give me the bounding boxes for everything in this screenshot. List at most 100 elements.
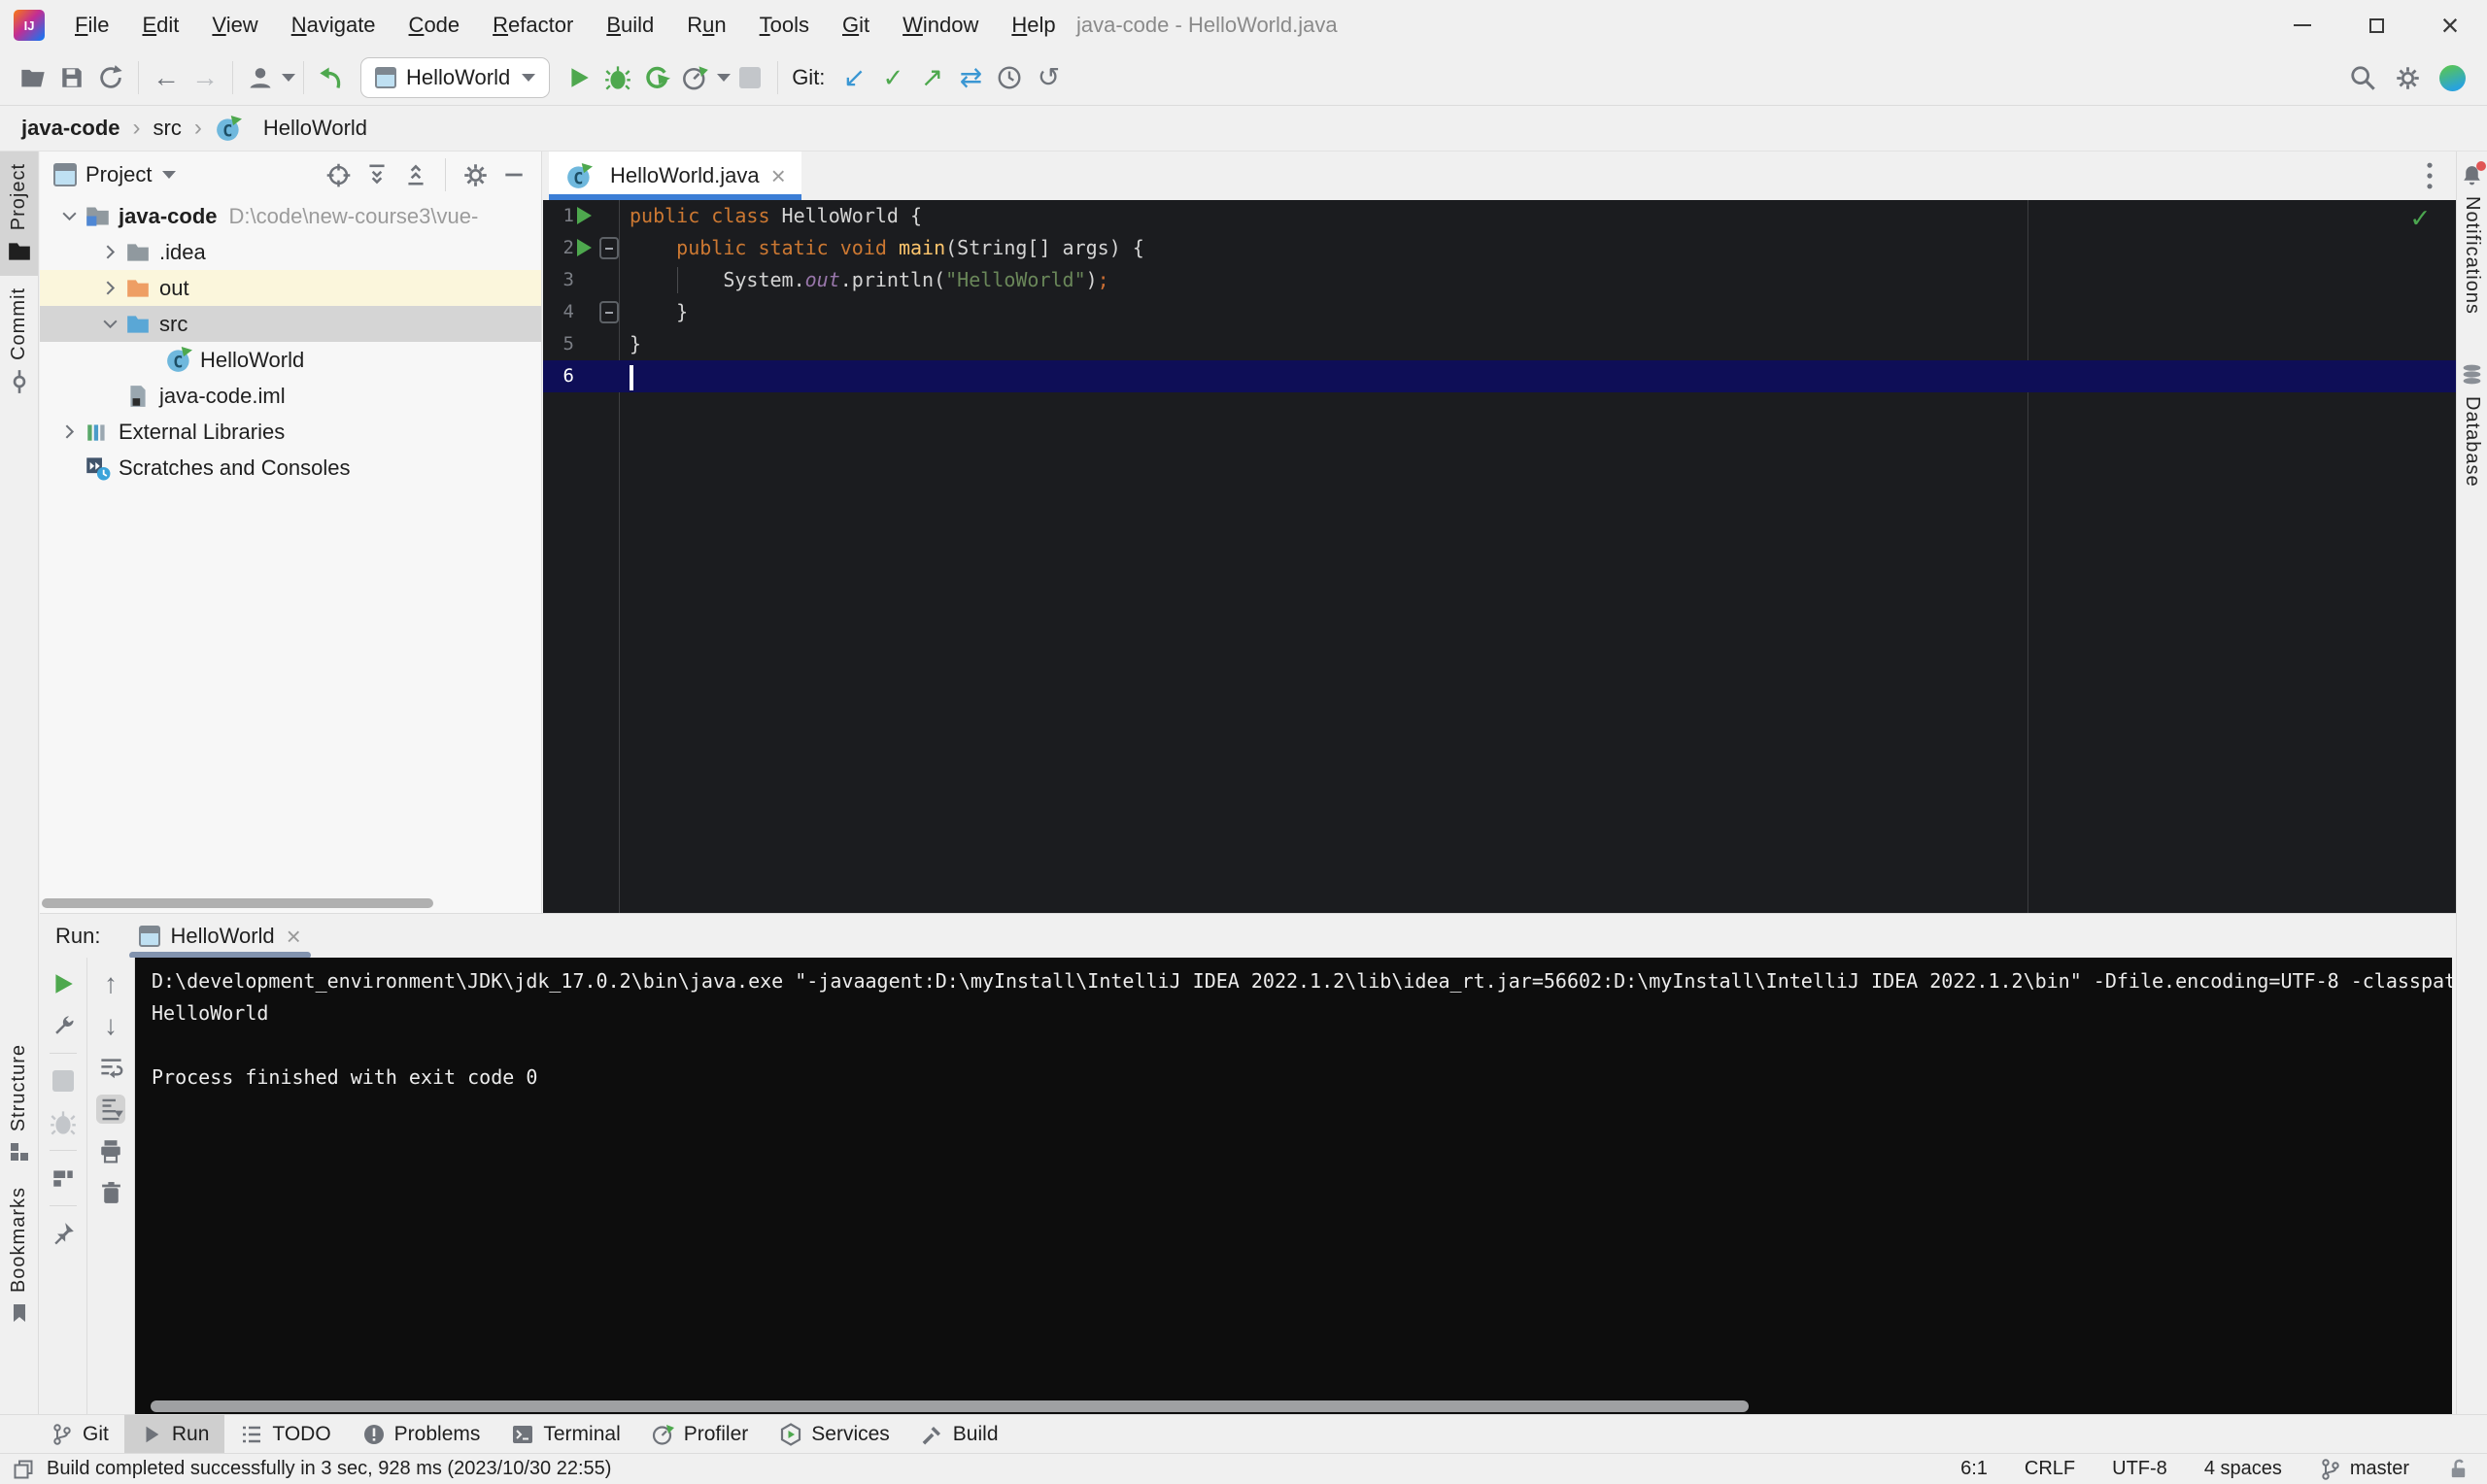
next-occurrence-icon[interactable]: ↓	[96, 1011, 125, 1040]
back-icon[interactable]: ←	[147, 58, 186, 97]
indent-setting[interactable]: 4 spaces	[2204, 1458, 2282, 1480]
tab-close-icon[interactable]: ×	[771, 163, 786, 188]
fold-marker-icon[interactable]	[599, 237, 619, 259]
editor-options-kebab-icon[interactable]	[2417, 159, 2442, 192]
restore-layout-icon[interactable]	[49, 1164, 78, 1193]
tree-item-src[interactable]: src	[40, 306, 541, 342]
code-line-2[interactable]: 2 public static void main(String[] args)…	[543, 232, 2456, 264]
close-button[interactable]: ×	[2413, 0, 2487, 51]
breadcrumb-item-src[interactable]: src	[153, 116, 182, 141]
forward-icon[interactable]: →	[186, 58, 224, 97]
tool-stripe-button-notifications[interactable]: Notifications	[2457, 152, 2487, 326]
caret-position[interactable]: 6:1	[1960, 1458, 1988, 1480]
hide-panel-icon[interactable]	[496, 157, 531, 192]
user-dropdown-icon[interactable]	[282, 74, 295, 82]
console-horizontal-scrollbar[interactable]	[151, 1400, 1749, 1412]
tree-item-helloworld[interactable]: C HelloWorld	[40, 342, 541, 378]
soft-wrap-icon[interactable]	[96, 1053, 125, 1082]
tool-stripe-button-database[interactable]: Database	[2457, 352, 2487, 499]
menu-code[interactable]: Code	[392, 13, 477, 38]
menu-help[interactable]: Help	[995, 13, 1072, 38]
restart-debug-icon[interactable]	[49, 1108, 78, 1137]
menu-edit[interactable]: Edit	[125, 13, 195, 38]
chevron-down-icon[interactable]	[96, 315, 123, 333]
profiler-dropdown-icon[interactable]	[717, 74, 732, 82]
git-commit-check-icon[interactable]: ✓	[873, 58, 912, 97]
debug-button-icon[interactable]	[598, 58, 637, 97]
git-update-icon[interactable]: ↙	[835, 58, 873, 97]
menu-navigate[interactable]: Navigate	[275, 13, 392, 38]
line-separator[interactable]: CRLF	[2025, 1458, 2075, 1480]
tree-item-out[interactable]: out	[40, 270, 541, 306]
code-editor[interactable]: ✓ 1 public class HelloWorld {2 public sta…	[543, 200, 2456, 913]
git-compare-icon[interactable]: ⇄	[951, 58, 990, 97]
menu-tools[interactable]: Tools	[743, 13, 826, 38]
save-all-icon[interactable]	[52, 58, 91, 97]
tree-item-java-code[interactable]: java-code D:\code\new-course3\vue-	[40, 198, 541, 234]
code-line-4[interactable]: 4 }	[543, 296, 2456, 328]
stop-icon[interactable]	[49, 1066, 78, 1096]
editor-tab-helloworld[interactable]: C HelloWorld.java ×	[549, 152, 801, 200]
breadcrumb-item-java-code[interactable]: java-code	[21, 116, 120, 141]
open-icon[interactable]	[14, 58, 52, 97]
tool-window-button-git[interactable]: Git	[35, 1415, 124, 1453]
readonly-lock-icon[interactable]	[2446, 1458, 2470, 1481]
prev-occurrence-icon[interactable]: ↑	[96, 969, 125, 998]
git-branch-widget[interactable]: master	[2319, 1458, 2409, 1481]
tool-stripe-button-project[interactable]: Project	[0, 152, 38, 277]
run-configuration-select[interactable]: HelloWorld	[360, 57, 551, 98]
collapse-all-icon[interactable]	[398, 157, 433, 192]
project-view-dropdown-icon[interactable]	[162, 171, 177, 179]
select-opened-file-icon[interactable]	[321, 157, 356, 192]
rollback-icon[interactable]	[312, 58, 351, 97]
clear-console-icon[interactable]	[96, 1178, 125, 1207]
run-gutter-icon[interactable]	[577, 207, 592, 224]
coverage-button-icon[interactable]	[637, 58, 676, 97]
chevron-right-icon[interactable]	[96, 279, 123, 297]
minimize-button[interactable]	[2266, 0, 2339, 51]
tool-window-button-profiler[interactable]: Profiler	[636, 1415, 765, 1453]
tool-stripe-button-commit[interactable]: Commit	[0, 276, 38, 406]
search-icon[interactable]	[2343, 58, 2382, 97]
run-gutter-icon[interactable]	[577, 239, 592, 256]
menu-run[interactable]: Run	[670, 13, 742, 38]
tree-item-.idea[interactable]: .idea	[40, 234, 541, 270]
code-line-6[interactable]: 6	[543, 360, 2456, 392]
breadcrumb-item-HelloWorld[interactable]: HelloWorld	[263, 116, 367, 141]
code-line-5[interactable]: 5}	[543, 328, 2456, 360]
fold-marker-icon[interactable]	[599, 301, 619, 323]
menu-refactor[interactable]: Refactor	[476, 13, 590, 38]
expand-all-icon[interactable]	[359, 157, 394, 192]
maximize-button[interactable]	[2339, 0, 2413, 51]
run-tab-close-icon[interactable]: ×	[287, 924, 301, 949]
panel-options-gear-icon[interactable]	[458, 157, 493, 192]
tool-window-button-run[interactable]: Run	[123, 1415, 225, 1453]
user-icon[interactable]	[241, 58, 280, 97]
code-line-3[interactable]: 3 System.out.println("HelloWorld");	[543, 264, 2456, 296]
stop-button-icon[interactable]	[731, 58, 769, 97]
menu-view[interactable]: View	[195, 13, 274, 38]
file-encoding[interactable]: UTF-8	[2112, 1458, 2167, 1480]
code-line-1[interactable]: 1 public class HelloWorld {	[543, 200, 2456, 232]
status-message[interactable]: Build completed successfully in 3 sec, 9…	[47, 1458, 611, 1480]
chevron-down-icon[interactable]	[55, 207, 83, 225]
sync-icon[interactable]	[91, 58, 130, 97]
tool-window-button-problems[interactable]: Problems	[347, 1415, 496, 1453]
tool-window-button-terminal[interactable]: Terminal	[495, 1415, 635, 1453]
profiler-button-icon[interactable]	[676, 58, 715, 97]
tree-item-external-libraries[interactable]: External Libraries	[40, 414, 541, 450]
background-tasks-icon[interactable]	[12, 1458, 35, 1481]
chevron-right-icon[interactable]	[96, 243, 123, 261]
run-console-output[interactable]: D:\development_environment\JDK\jdk_17.0.…	[135, 958, 2452, 1414]
tool-window-button-build[interactable]: Build	[905, 1415, 1014, 1453]
project-horizontal-scrollbar[interactable]	[42, 898, 433, 908]
menu-window[interactable]: Window	[886, 13, 995, 38]
rerun-icon[interactable]	[49, 969, 78, 998]
project-panel-title[interactable]: Project	[85, 162, 152, 187]
run-tab-helloworld[interactable]: HelloWorld ×	[125, 914, 314, 959]
print-icon[interactable]	[96, 1136, 125, 1165]
tool-stripe-button-structure[interactable]: Structure	[0, 1032, 38, 1175]
scroll-to-end-icon[interactable]	[96, 1095, 125, 1124]
git-push-icon[interactable]: ↗	[912, 58, 951, 97]
menu-file[interactable]: File	[58, 13, 125, 38]
